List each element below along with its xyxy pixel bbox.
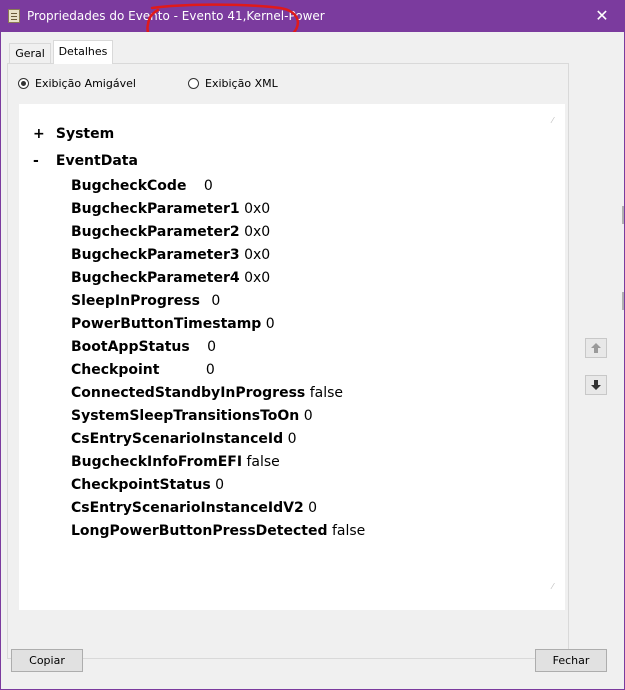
list-item: BugcheckParameter1 0x0 xyxy=(71,201,270,217)
list-item: BugcheckParameter4 0x0 xyxy=(71,270,270,286)
radio-unchecked-icon xyxy=(188,77,199,89)
field-name: BugcheckParameter3 xyxy=(71,247,240,263)
field-name: BugcheckCode xyxy=(71,178,187,194)
field-value: 0 xyxy=(205,362,215,378)
radio-checked-icon xyxy=(18,77,29,89)
field-name: SystemSleepTransitionsToOn xyxy=(71,408,300,424)
list-item: PowerButtonTimestamp 0 xyxy=(71,316,275,332)
dialog-client-area: Geral Detalhes Exibição Amigável Exibiçã… xyxy=(1,32,624,689)
list-item: BugcheckParameter2 0x0 xyxy=(71,224,270,240)
field-name: ConnectedStandbyInProgress xyxy=(71,385,306,401)
next-event-button[interactable] xyxy=(585,375,607,395)
field-value: 0 xyxy=(203,178,213,194)
title-bar: Propriedades do Evento - Evento 41,Kerne… xyxy=(0,0,625,32)
list-item: SleepInProgress 0 xyxy=(71,293,220,309)
field-name: BugcheckParameter1 xyxy=(71,201,240,217)
system-node[interactable]: + System xyxy=(33,126,114,142)
field-name: BugcheckParameter4 xyxy=(71,270,240,286)
field-name: BugcheckInfoFromEFI xyxy=(71,454,243,470)
arrow-up-icon xyxy=(591,343,601,353)
field-name: BugcheckParameter2 xyxy=(71,224,240,240)
list-item: BugcheckCode 0 xyxy=(71,178,213,194)
field-value: 0 xyxy=(303,408,313,424)
field-name: BootAppStatus xyxy=(71,339,190,355)
copy-button[interactable]: Copiar xyxy=(11,649,83,672)
xml-view-label: Exibição XML xyxy=(205,76,278,90)
expand-toggle[interactable]: + xyxy=(33,126,51,142)
close-button[interactable]: Fechar xyxy=(535,649,607,672)
field-name: CsEntryScenarioInstanceIdV2 xyxy=(71,500,304,516)
list-item: CsEntryScenarioInstanceIdV2 0 xyxy=(71,500,317,516)
list-item: BugcheckParameter3 0x0 xyxy=(71,247,270,263)
list-item: BootAppStatus 0 xyxy=(71,339,216,355)
scroll-indicator-top: ⁄ xyxy=(552,116,554,125)
field-name: PowerButtonTimestamp xyxy=(71,316,262,332)
list-item: SystemSleepTransitionsToOn 0 xyxy=(71,408,313,424)
field-name: SleepInProgress xyxy=(71,293,200,309)
field-value: 0x0 xyxy=(244,224,271,240)
list-item: LongPowerButtonPressDetected false xyxy=(71,523,365,539)
list-item: CsEntryScenarioInstanceId 0 xyxy=(71,431,297,447)
field-value: 0 xyxy=(308,500,318,516)
tab-detalhes[interactable]: Detalhes xyxy=(53,40,113,64)
collapse-toggle[interactable]: - xyxy=(33,153,51,169)
field-value: 0x0 xyxy=(244,201,271,217)
field-value: false xyxy=(246,454,280,470)
eventdata-node-label: EventData xyxy=(55,153,138,169)
tab-geral[interactable]: Geral xyxy=(9,43,51,63)
field-name: CheckpointStatus xyxy=(71,477,211,493)
field-name: CsEntryScenarioInstanceId xyxy=(71,431,284,447)
previous-event-button[interactable] xyxy=(585,338,607,358)
background-window-edge xyxy=(622,292,624,310)
field-value: 0 xyxy=(265,316,275,332)
field-value: 0 xyxy=(287,431,297,447)
xml-view-radio[interactable]: Exibição XML xyxy=(188,76,278,90)
list-item: ConnectedStandbyInProgress false xyxy=(71,385,343,401)
field-value: 0 xyxy=(215,477,225,493)
field-value: 0 xyxy=(211,293,221,309)
field-name: LongPowerButtonPressDetected xyxy=(71,523,328,539)
list-item: Checkpoint 0 xyxy=(71,362,215,378)
window-title: Propriedades do Evento - Evento 41,Kerne… xyxy=(27,9,325,23)
field-name: Checkpoint xyxy=(71,362,160,378)
friendly-view-label: Exibição Amigável xyxy=(35,76,136,90)
event-viewer-app-icon xyxy=(8,9,20,23)
field-value: 0x0 xyxy=(244,247,271,263)
event-details-view[interactable]: ⁄ ⁄ + System - EventData BugcheckCode 0 … xyxy=(19,104,565,610)
background-window-edge xyxy=(622,206,624,224)
friendly-view-radio[interactable]: Exibição Amigável xyxy=(18,76,136,90)
close-window-button[interactable]: ✕ xyxy=(579,0,625,32)
scroll-indicator-bottom: ⁄ xyxy=(552,582,554,591)
field-value: false xyxy=(331,523,366,539)
list-item: BugcheckInfoFromEFI false xyxy=(71,454,280,470)
system-node-label: System xyxy=(55,126,115,142)
field-value: 0 xyxy=(207,339,217,355)
list-item: CheckpointStatus 0 xyxy=(71,477,224,493)
field-value: 0x0 xyxy=(244,270,271,286)
field-value: false xyxy=(309,385,343,401)
eventdata-node[interactable]: - EventData xyxy=(33,153,138,169)
arrow-down-icon xyxy=(591,380,601,390)
